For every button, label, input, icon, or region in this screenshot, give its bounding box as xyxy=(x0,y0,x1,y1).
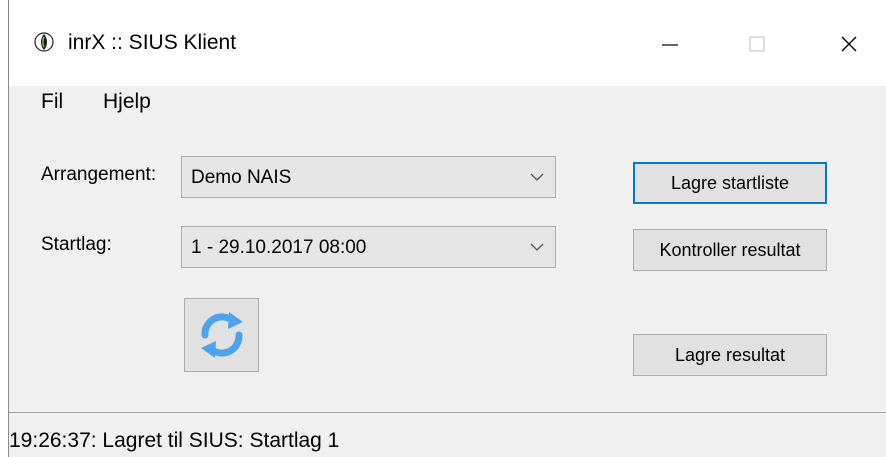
menu-bar: Fil Hjelp xyxy=(9,86,886,126)
chevron-down-icon xyxy=(530,243,544,251)
close-button[interactable] xyxy=(821,24,877,64)
minimize-button[interactable] xyxy=(642,24,698,64)
window-title: inrX :: SIUS Klient xyxy=(68,31,237,54)
kontroller-resultat-button[interactable]: Kontroller resultat xyxy=(633,229,827,271)
title-bar: inrX :: SIUS Klient xyxy=(9,0,886,86)
startlag-dropdown[interactable]: 1 - 29.10.2017 08:00 xyxy=(181,226,556,268)
refresh-icon xyxy=(200,312,243,358)
startlag-selected-value: 1 - 29.10.2017 08:00 xyxy=(191,237,367,258)
status-text: 19:26:37: Lagret til SIUS: Startlag 1 xyxy=(9,429,340,452)
arrangement-label: Arrangement: xyxy=(41,164,157,185)
menu-hjelp[interactable]: Hjelp xyxy=(101,90,153,114)
arrangement-selected-value: Demo NAIS xyxy=(191,167,292,188)
chevron-down-icon xyxy=(530,173,544,181)
startlag-label: Startlag: xyxy=(41,234,112,255)
close-icon xyxy=(841,36,857,52)
lagre-startliste-button[interactable]: Lagre startliste xyxy=(633,162,827,204)
app-window: inrX :: SIUS Klient Fil Hjelp Arrangemen… xyxy=(8,0,886,457)
refresh-button[interactable] xyxy=(184,298,259,372)
arrangement-dropdown[interactable]: Demo NAIS xyxy=(181,156,556,198)
menu-fil[interactable]: Fil xyxy=(39,90,65,114)
maximize-button[interactable] xyxy=(729,24,785,64)
minimize-icon xyxy=(662,44,678,46)
maximize-icon xyxy=(749,36,765,52)
lagre-resultat-button[interactable]: Lagre resultat xyxy=(633,334,827,376)
inrx-logo-icon xyxy=(34,32,54,52)
status-bar: 19:26:37: Lagret til SIUS: Startlag 1 xyxy=(9,413,886,457)
